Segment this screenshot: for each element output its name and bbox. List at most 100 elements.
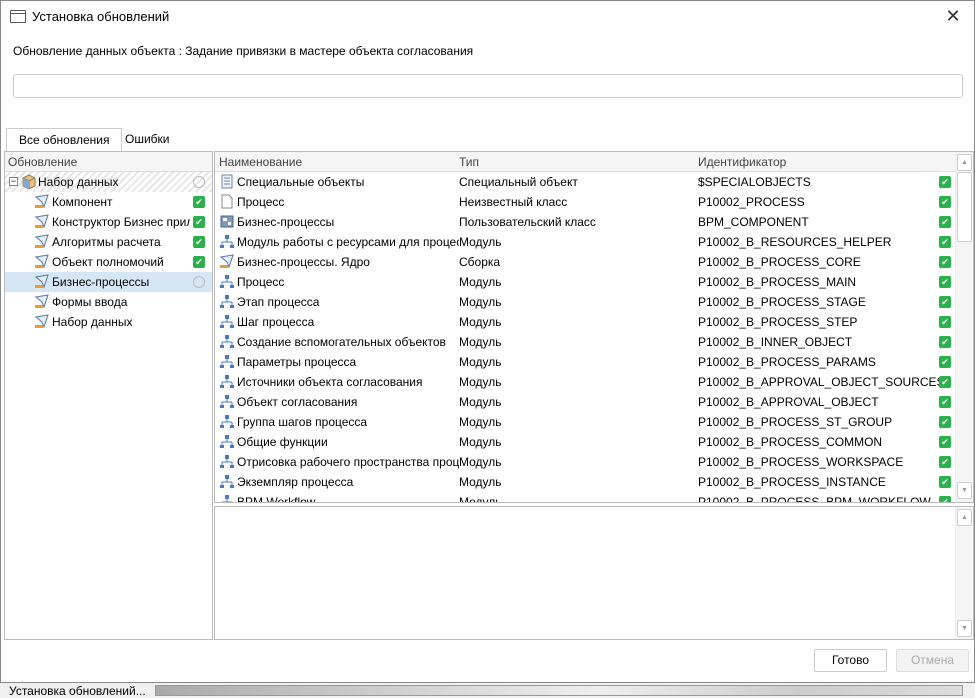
tree-item-label: Формы ввода bbox=[52, 295, 128, 309]
assembly-icon bbox=[219, 254, 234, 269]
object-name: Процесс bbox=[237, 195, 285, 209]
tab-all-updates[interactable]: Все обновления bbox=[6, 128, 123, 152]
scroll-up-button[interactable]: ▲ bbox=[957, 509, 972, 526]
table-row[interactable]: Шаг процесса Модуль P10002_B_PROCESS_STE… bbox=[215, 312, 973, 332]
tree-item[interactable]: Компонент ✔ bbox=[5, 192, 212, 212]
table-row[interactable]: Общие функции Модуль P10002_B_PROCESS_CO… bbox=[215, 432, 973, 452]
table-row[interactable]: Параметры процесса Модуль P10002_B_PROCE… bbox=[215, 352, 973, 372]
module-icon bbox=[220, 234, 234, 249]
object-name: Параметры процесса bbox=[237, 355, 357, 369]
check-icon: ✔ bbox=[939, 436, 951, 448]
object-id: P10002_PROCESS bbox=[698, 195, 805, 209]
update-tree: Обновление − Набор данных Компонент ✔ Кон… bbox=[4, 151, 213, 640]
detail-scrollbar[interactable]: ▲ ▼ bbox=[955, 507, 972, 639]
table-row[interactable]: Экземпляр процесса Модуль P10002_B_PROCE… bbox=[215, 472, 973, 492]
module-icon bbox=[220, 314, 234, 329]
grid-header: Наименование Тип Идентификатор bbox=[215, 152, 973, 172]
object-id: P10002_B_PROCESS_STAGE bbox=[698, 295, 866, 309]
table-row[interactable]: Этап процесса Модуль P10002_B_PROCESS_ST… bbox=[215, 292, 973, 312]
object-name: Бизнес-процессы. Ядро bbox=[237, 255, 370, 269]
object-name: Создание вспомогательных объектов bbox=[237, 335, 446, 349]
tree-item[interactable]: Набор данных bbox=[5, 312, 212, 332]
object-type: Модуль bbox=[459, 455, 502, 469]
object-type: Модуль bbox=[459, 335, 502, 349]
object-name: Отрисовка рабочего пространства процесса bbox=[237, 455, 459, 469]
scroll-thumb[interactable] bbox=[957, 172, 972, 242]
module-icon bbox=[220, 494, 234, 502]
check-icon: ✔ bbox=[939, 396, 951, 408]
object-type: Модуль bbox=[459, 355, 502, 369]
clock-icon bbox=[193, 176, 205, 188]
tree-item[interactable]: Конструктор Бизнес прило: ✔ bbox=[5, 212, 212, 232]
class-icon bbox=[220, 214, 234, 229]
object-id: P10002_B_PROCESS_PARAMS bbox=[698, 355, 876, 369]
table-row[interactable]: Группа шагов процесса Модуль P10002_B_PR… bbox=[215, 412, 973, 432]
check-icon: ✔ bbox=[939, 316, 951, 328]
object-type: Модуль bbox=[459, 315, 502, 329]
check-icon: ✔ bbox=[193, 236, 205, 248]
window-title: Установка обновлений bbox=[32, 9, 170, 24]
title-bar: Установка обновлений ✕ bbox=[1, 1, 974, 33]
check-icon: ✔ bbox=[939, 236, 951, 248]
scroll-down-button[interactable]: ▼ bbox=[957, 482, 972, 499]
collapse-toggle[interactable]: − bbox=[9, 177, 18, 186]
check-icon: ✔ bbox=[939, 336, 951, 348]
check-icon: ✔ bbox=[939, 416, 951, 428]
table-row[interactable]: Объект согласования Модуль P10002_B_APPR… bbox=[215, 392, 973, 412]
tree-item[interactable]: Объект полномочий ✔ bbox=[5, 252, 212, 272]
assembly-icon bbox=[34, 254, 49, 269]
tree-item[interactable]: Бизнес-процессы bbox=[5, 272, 212, 292]
grid-scrollbar[interactable]: ▲ ▼ bbox=[955, 152, 972, 502]
scroll-up-button[interactable]: ▲ bbox=[957, 154, 972, 171]
column-type[interactable]: Тип bbox=[459, 155, 479, 169]
column-id[interactable]: Идентификатор bbox=[698, 155, 786, 169]
assembly-icon bbox=[34, 234, 49, 249]
tab-errors[interactable]: Ошибки bbox=[113, 128, 182, 152]
cancel-button[interactable]: Отмена bbox=[896, 649, 969, 672]
object-id: P10002_B_PROCESS_COMMON bbox=[698, 435, 883, 449]
object-type: Модуль bbox=[459, 415, 502, 429]
table-row[interactable]: Бизнес-процессы. Ядро Сборка P10002_B_PR… bbox=[215, 252, 973, 272]
object-id: P10002_B_PROCESS_MAIN bbox=[698, 275, 857, 289]
table-row[interactable]: BPM Workflow Модуль P10002_B_PROCESS_BPM… bbox=[215, 492, 973, 502]
check-icon: ✔ bbox=[193, 256, 205, 268]
column-name[interactable]: Наименование bbox=[219, 155, 302, 169]
object-id: P10002_B_PROCESS_INSTANCE bbox=[698, 475, 886, 489]
assembly-icon bbox=[34, 274, 49, 289]
table-row[interactable]: Модуль работы с ресурсами для процессов … bbox=[215, 232, 973, 252]
module-icon bbox=[220, 354, 234, 369]
object-name: Группа шагов процесса bbox=[237, 415, 368, 429]
window-icon bbox=[10, 10, 26, 23]
module-icon bbox=[220, 474, 234, 489]
table-row[interactable]: Процесс Модуль P10002_B_PROCESS_MAIN ✔ bbox=[215, 272, 973, 292]
table-row[interactable]: Специальные объекты Специальный объект $… bbox=[215, 172, 973, 192]
table-row[interactable]: Источники объекта согласования Модуль P1… bbox=[215, 372, 973, 392]
object-name: Этап процесса bbox=[237, 295, 320, 309]
check-icon: ✔ bbox=[939, 356, 951, 368]
info-field[interactable] bbox=[13, 74, 963, 98]
object-id: $SPECIALOBJECTS bbox=[698, 175, 811, 189]
table-row[interactable]: Создание вспомогательных объектов Модуль… bbox=[215, 332, 973, 352]
status-text: Установка обновлений... bbox=[9, 684, 146, 698]
tree-root-item[interactable]: − Набор данных bbox=[5, 172, 212, 192]
module-icon bbox=[220, 334, 234, 349]
check-icon: ✔ bbox=[939, 176, 951, 188]
close-button[interactable]: ✕ bbox=[941, 5, 965, 29]
tree-item[interactable]: Формы ввода bbox=[5, 292, 212, 312]
tree-item-label: Конструктор Бизнес прило: bbox=[52, 215, 190, 229]
check-icon: ✔ bbox=[193, 196, 205, 208]
check-icon: ✔ bbox=[939, 196, 951, 208]
table-row[interactable]: Бизнес-процессы Пользовательский класс B… bbox=[215, 212, 973, 232]
object-type: Специальный объект bbox=[459, 175, 578, 189]
tree-item[interactable]: Алгоритмы расчета ✔ bbox=[5, 232, 212, 252]
check-icon: ✔ bbox=[939, 476, 951, 488]
tree-header: Обновление bbox=[5, 152, 212, 172]
detail-pane: ▲ ▼ bbox=[214, 506, 974, 640]
assembly-icon bbox=[34, 314, 49, 329]
check-icon: ✔ bbox=[193, 216, 205, 228]
scroll-down-button[interactable]: ▼ bbox=[957, 620, 972, 637]
module-icon bbox=[220, 294, 234, 309]
table-row[interactable]: Отрисовка рабочего пространства процесса… bbox=[215, 452, 973, 472]
table-row[interactable]: Процесс Неизвестный класс P10002_PROCESS… bbox=[215, 192, 973, 212]
done-button[interactable]: Готово bbox=[814, 649, 887, 672]
